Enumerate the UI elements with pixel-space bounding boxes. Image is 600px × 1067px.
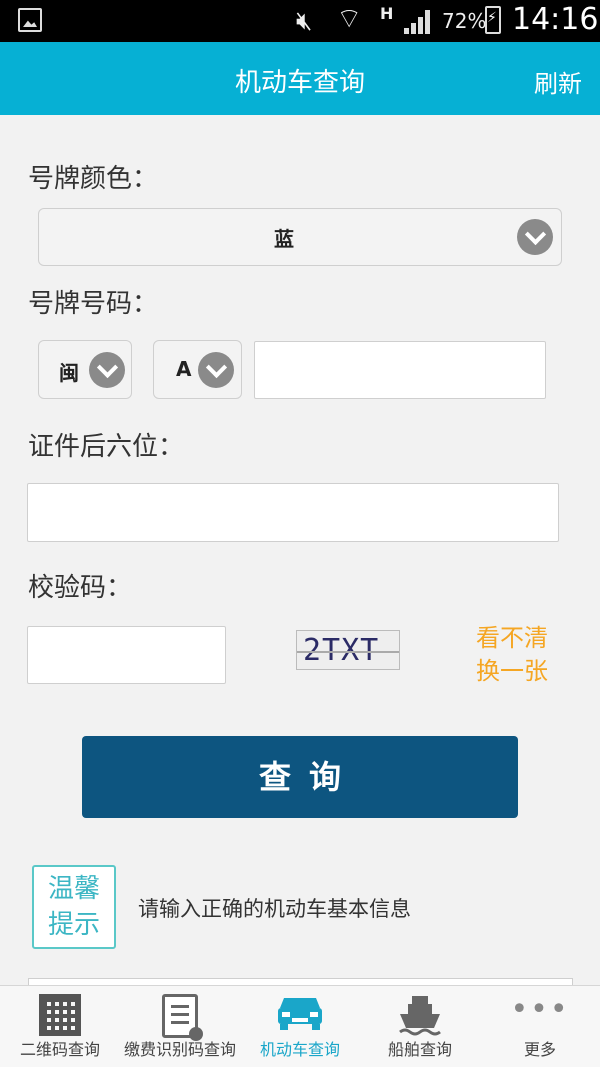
tip-badge: 温馨 提示: [32, 865, 116, 949]
province-select[interactable]: 闽: [38, 340, 132, 399]
cert-last-six-input[interactable]: [27, 483, 559, 542]
tip-text: 请输入正确的机动车基本信息: [138, 897, 411, 921]
cert-label: 证件后六位：: [28, 432, 185, 462]
captcha-input[interactable]: [27, 626, 226, 684]
car-icon: [278, 998, 322, 1030]
ship-icon: [399, 996, 441, 1036]
chevron-down-icon: [517, 219, 553, 255]
query-button[interactable]: 查询: [82, 736, 518, 818]
app-header: 机动车查询 刷新: [0, 42, 600, 115]
captcha-refresh-link[interactable]: 看不清 换一张: [470, 622, 554, 688]
chevron-down-icon: [89, 352, 125, 388]
mute-icon: 🔇︎: [296, 6, 313, 36]
province-value: 闽: [59, 361, 79, 385]
tab-more[interactable]: ••• 更多: [480, 986, 600, 1067]
chevron-down-icon: [198, 352, 234, 388]
page-title: 机动车查询: [234, 68, 365, 98]
clock: 14:16: [512, 2, 599, 37]
network-type: H: [380, 4, 394, 23]
battery-charging-icon: [485, 6, 501, 34]
wifi-icon: ⌔: [336, 2, 363, 35]
tab-label: 机动车查询: [259, 1040, 340, 1059]
battery-percent: 72%: [442, 9, 487, 33]
qr-code-icon: [39, 994, 81, 1036]
gallery-notification-icon: [18, 8, 42, 32]
tip-badge-line1: 温馨: [47, 874, 100, 904]
tab-label: 更多: [523, 1040, 556, 1059]
signal-icon: [404, 10, 434, 34]
tab-qr-code-query[interactable]: 二维码查询: [0, 986, 120, 1067]
captcha-label: 校验码：: [28, 573, 133, 603]
tip-badge-line2: 提示: [47, 910, 100, 940]
tab-payment-code-query[interactable]: 缴费识别码查询: [120, 986, 240, 1067]
captcha-refresh-line1: 看不清: [476, 624, 548, 652]
tab-vehicle-query[interactable]: 机动车查询: [240, 986, 360, 1067]
letter-value: A: [176, 357, 192, 381]
tab-ship-query[interactable]: 船舶查询: [360, 986, 480, 1067]
letter-select[interactable]: A: [153, 340, 242, 399]
captcha-refresh-line2: 换一张: [476, 657, 548, 685]
status-bar: 🔇︎ ⌔ H 72% 14:16: [0, 0, 600, 42]
tab-label: 二维码查询: [19, 1040, 100, 1059]
more-icon: •••: [510, 992, 570, 1027]
captcha-image[interactable]: 2TXT: [296, 630, 400, 670]
plate-color-select[interactable]: 蓝: [38, 208, 562, 266]
plate-color-label: 号牌颜色：: [28, 164, 159, 194]
plate-color-value: 蓝: [274, 227, 294, 251]
captcha-noise-line: [297, 651, 399, 653]
plate-number-input[interactable]: [254, 341, 546, 399]
plate-number-label: 号牌号码：: [28, 289, 159, 319]
refresh-button[interactable]: 刷新: [534, 64, 582, 99]
document-icon: [162, 994, 203, 1041]
tab-label: 缴费识别码查询: [123, 1040, 236, 1059]
tab-label: 船舶查询: [387, 1040, 452, 1059]
bottom-tab-bar: 二维码查询 缴费识别码查询 机动车查询 船舶查询 ••• 更多: [0, 985, 600, 1067]
